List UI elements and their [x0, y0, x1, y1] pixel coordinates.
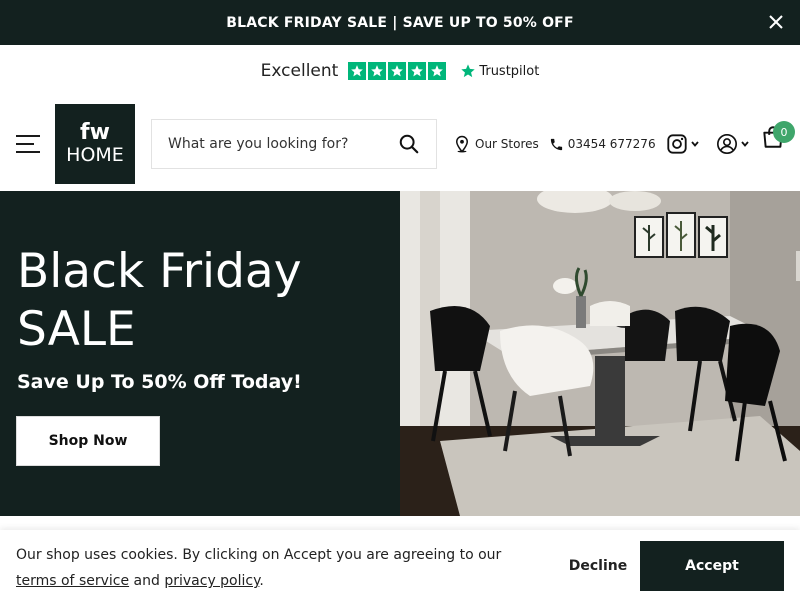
logo-home-text: HOME — [66, 144, 124, 166]
our-stores-label: Our Stores — [475, 137, 539, 151]
search-input[interactable] — [168, 136, 388, 152]
trustpilot-rating-label: Excellent — [260, 61, 339, 81]
cookie-text-after: . — [259, 573, 264, 589]
terms-of-service-link[interactable]: terms of service — [16, 573, 129, 589]
star-icon — [388, 62, 407, 80]
cookie-consent-bar: Our shop uses cookies. By clicking on Ac… — [0, 530, 800, 600]
cookie-text-before: Our shop uses cookies. By clicking on Ac… — [16, 547, 502, 563]
phone-number: 03454 677276 — [567, 137, 656, 151]
hero-subtitle: Save Up To 50% Off Today! — [17, 371, 302, 393]
hero-title-line2: SALE — [17, 302, 136, 357]
trustpilot-logo: Trustpilot — [460, 63, 539, 79]
announcement-bar: BLACK FRIDAY SALE | SAVE UP TO 50% OFF — [0, 0, 800, 45]
section-divider — [0, 516, 800, 530]
trustpilot-stars — [348, 62, 447, 80]
announcement-text: BLACK FRIDAY SALE | SAVE UP TO 50% OFF — [226, 14, 574, 31]
account-dropdown[interactable] — [716, 133, 750, 155]
search-bar — [151, 119, 437, 169]
cookie-message: Our shop uses cookies. By clicking on Ac… — [16, 542, 546, 594]
hamburger-menu-icon[interactable] — [16, 135, 40, 153]
instagram-dropdown[interactable] — [666, 133, 700, 155]
user-account-icon — [716, 134, 737, 154]
hero-text-panel: Black Friday SALE Save Up To 50% Off Tod… — [0, 191, 400, 516]
hero-image[interactable] — [400, 191, 800, 516]
location-pin-icon — [455, 135, 469, 153]
chevron-down-icon — [740, 141, 749, 147]
header-links: Our Stores 03454 677276 — [453, 124, 750, 164]
star-icon — [408, 62, 427, 80]
star-icon — [348, 62, 367, 80]
hero-title-line1: Black Friday — [17, 244, 302, 299]
chevron-down-icon — [690, 141, 699, 147]
decline-button[interactable]: Decline — [560, 541, 636, 591]
trustpilot-brand: Trustpilot — [479, 63, 540, 79]
star-icon — [368, 62, 387, 80]
hero-title: Black Friday SALE — [17, 243, 397, 359]
accept-button[interactable]: Accept — [640, 541, 784, 591]
our-stores-link[interactable]: Our Stores — [453, 134, 539, 154]
phone-icon — [550, 138, 562, 150]
privacy-policy-link[interactable]: privacy policy — [164, 573, 259, 589]
site-header: fw HOME Our Stores 03454 677276 — [0, 97, 800, 191]
cookie-text-middle: and — [129, 573, 165, 589]
trustpilot-widget[interactable]: Excellent Trustpilot — [0, 45, 800, 97]
cart-count-badge: 0 — [773, 121, 795, 143]
dining-room-image — [400, 191, 800, 516]
trustpilot-star-icon — [461, 64, 475, 78]
shop-now-button[interactable]: Shop Now — [16, 416, 160, 466]
logo-fw-text: fw — [80, 120, 110, 145]
phone-link[interactable]: 03454 677276 — [549, 137, 656, 152]
star-icon — [428, 62, 447, 80]
search-icon[interactable] — [398, 133, 420, 155]
site-logo[interactable]: fw HOME — [55, 104, 135, 184]
hero-banner: Black Friday SALE Save Up To 50% Off Tod… — [0, 191, 800, 516]
instagram-icon — [666, 134, 687, 154]
close-icon[interactable] — [766, 12, 786, 32]
